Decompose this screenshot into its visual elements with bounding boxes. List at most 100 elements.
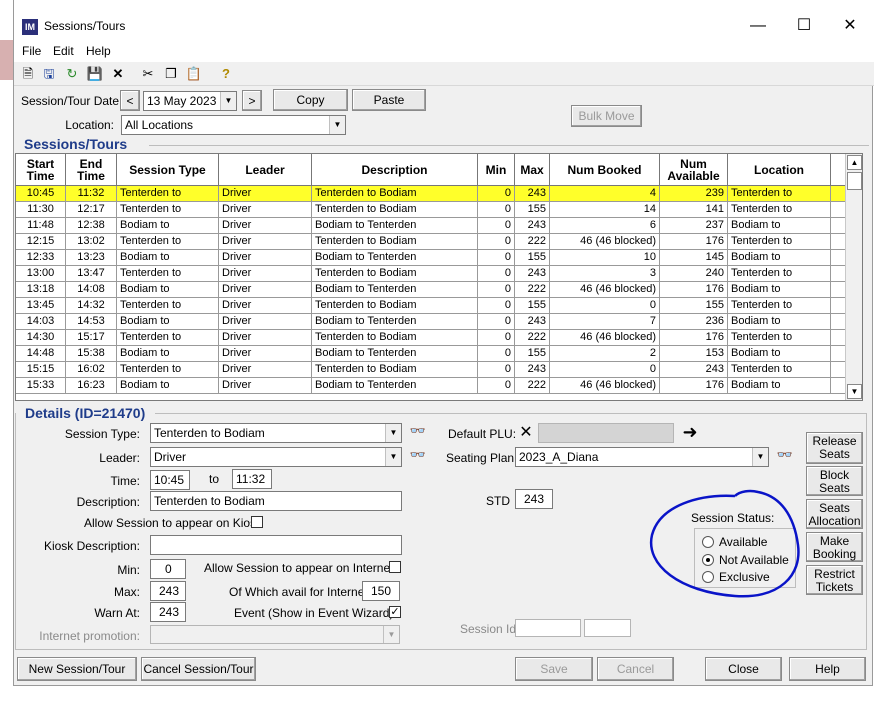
column-header[interactable]: Min <box>478 154 515 185</box>
kiosk-allow-checkbox[interactable] <box>251 516 263 528</box>
bulk-move-button[interactable]: Bulk Move <box>571 105 642 127</box>
save-as-icon[interactable]: 🖫 <box>40 65 58 83</box>
table-row[interactable]: 10:45 11:32 Tenterden to Driver Tenterden to… <box>16 186 846 202</box>
cut-icon[interactable]: ✂ <box>139 65 157 83</box>
table-row[interactable]: 14:03 14:53 Bodiam to Driver Bodiam to Tente… <box>16 314 846 330</box>
chevron-down-icon[interactable]: ▼ <box>383 626 399 643</box>
paste-icon[interactable]: 📋 <box>185 65 203 83</box>
internet-promotion-select[interactable]: ▼ <box>150 625 400 644</box>
table-cell: Bodiam to Tenterden <box>312 250 478 266</box>
close-icon[interactable]: ✕ <box>830 12 870 40</box>
maximize-icon[interactable]: ☐ <box>784 12 824 40</box>
column-header[interactable]: Leader <box>219 154 312 185</box>
seating-plan-select[interactable]: 2023_A_Diana ▼ <box>515 447 769 467</box>
clear-plu-icon[interactable]: ✕ <box>515 423 537 443</box>
table-cell: 236 <box>660 314 728 330</box>
table-row[interactable]: 11:30 12:17 Tenterden to Driver Tenterden to… <box>16 202 846 218</box>
chevron-down-icon[interactable]: ▼ <box>220 92 236 110</box>
chevron-down-icon[interactable]: ▼ <box>752 448 768 466</box>
leader-search-icon[interactable]: 👓 <box>407 447 429 467</box>
scroll-thumb[interactable] <box>847 172 862 190</box>
menu-help[interactable]: Help <box>86 44 111 58</box>
table-row[interactable]: 14:48 15:38 Bodiam to Driver Bodiam to Tente… <box>16 346 846 362</box>
table-cell: Bodiam to Tenterden <box>312 218 478 234</box>
description-field[interactable]: Tenterden to Bodiam <box>150 491 402 511</box>
event-checkbox[interactable]: ✓ <box>389 606 401 618</box>
save-button[interactable]: Save <box>515 657 593 681</box>
scroll-up-icon[interactable]: ▲ <box>847 155 862 170</box>
seats-allocation-button[interactable]: Seats Allocation <box>806 499 863 529</box>
new-session-button[interactable]: New Session/Tour <box>17 657 137 681</box>
end-time-field[interactable]: 11:32 <box>232 469 272 489</box>
max-field[interactable]: 243 <box>150 581 186 601</box>
disk-icon[interactable]: 💾 <box>86 65 104 83</box>
location-select[interactable]: All Locations ▼ <box>121 115 346 135</box>
delete-icon[interactable]: ✕ <box>109 65 127 83</box>
make-booking-button[interactable]: Make Booking <box>806 532 863 562</box>
chevron-down-icon[interactable]: ▼ <box>385 424 401 442</box>
leader-select[interactable]: Driver ▼ <box>150 447 402 467</box>
warn-at-field[interactable]: 243 <box>150 602 186 622</box>
menu-file[interactable]: File <box>22 44 41 58</box>
table-cell: Tenterden to <box>117 266 219 282</box>
column-header[interactable]: Num Booked <box>550 154 660 185</box>
refresh-icon[interactable]: ↻ <box>63 65 81 83</box>
std-field[interactable]: 243 <box>515 489 553 509</box>
internet-avail-field[interactable]: 150 <box>362 581 400 601</box>
column-header[interactable]: Session Type <box>117 154 219 185</box>
grid-scrollbar[interactable]: ▲ ▼ <box>845 154 862 400</box>
column-header[interactable]: Start Time <box>16 154 66 185</box>
table-row[interactable]: 12:15 13:02 Tenterden to Driver Tenterden to… <box>16 234 846 250</box>
table-row[interactable]: 13:18 14:08 Bodiam to Driver Bodiam to Tente… <box>16 282 846 298</box>
table-cell: Bodiam to <box>728 378 831 394</box>
session-type-search-icon[interactable]: 👓 <box>407 423 429 443</box>
menu-edit[interactable]: Edit <box>53 44 74 58</box>
min-field[interactable]: 0 <box>150 559 186 579</box>
column-header[interactable]: End Time <box>66 154 117 185</box>
table-row[interactable]: 15:15 16:02 Tenterden to Driver Tenterden to… <box>16 362 846 378</box>
scroll-down-icon[interactable]: ▼ <box>847 384 862 399</box>
table-row[interactable]: 15:33 16:23 Bodiam to Driver Bodiam to Tente… <box>16 378 846 394</box>
table-cell: 0 <box>550 298 660 314</box>
description-label: Description: <box>76 495 140 509</box>
table-row[interactable]: 13:45 14:32 Tenterden to Driver Tenterden to… <box>16 298 846 314</box>
help-icon[interactable]: ? <box>217 65 235 83</box>
prev-date-button[interactable]: < <box>120 90 140 111</box>
restrict-tickets-button[interactable]: Restrict Tickets <box>806 565 863 595</box>
help-button[interactable]: Help <box>789 657 866 681</box>
internet-allow-checkbox[interactable] <box>389 561 401 573</box>
date-picker[interactable]: 13 May 2023 ▼ <box>143 91 237 111</box>
leader-value: Driver <box>154 450 186 464</box>
chevron-down-icon[interactable]: ▼ <box>385 448 401 466</box>
table-row[interactable]: 14:30 15:17 Tenterden to Driver Tenterden to… <box>16 330 846 346</box>
chevron-down-icon[interactable]: ▼ <box>329 116 345 134</box>
table-row[interactable]: 12:33 13:23 Bodiam to Driver Bodiam to Tente… <box>16 250 846 266</box>
block-seats-button[interactable]: Block Seats <box>806 466 863 496</box>
cancel-session-button[interactable]: Cancel Session/Tour <box>141 657 256 681</box>
column-header[interactable]: Num Available <box>660 154 728 185</box>
seating-plan-search-icon[interactable]: 👓 <box>774 447 796 467</box>
table-row[interactable]: 13:00 13:47 Tenterden to Driver Tenterden to… <box>16 266 846 282</box>
paste-button[interactable]: Paste <box>352 89 426 111</box>
next-date-button[interactable]: > <box>242 90 262 111</box>
table-cell: Bodiam to <box>117 218 219 234</box>
table-cell: Bodiam to Tenterden <box>312 378 478 394</box>
copy-icon[interactable]: ❐ <box>162 65 180 83</box>
table-row[interactable]: 11:48 12:38 Bodiam to Driver Bodiam to Tente… <box>16 218 846 234</box>
table-cell: 0 <box>478 378 515 394</box>
close-button[interactable]: Close <box>705 657 782 681</box>
cancel-button[interactable]: Cancel <box>597 657 674 681</box>
table-cell: Driver <box>219 298 312 314</box>
new-icon[interactable]: 🗎 <box>19 65 37 83</box>
kiosk-description-field[interactable] <box>150 535 402 555</box>
column-header[interactable]: Max <box>515 154 550 185</box>
copy-button[interactable]: Copy <box>273 89 348 111</box>
release-seats-button[interactable]: Release Seats <box>806 432 863 464</box>
session-type-select[interactable]: Tenterden to Bodiam ▼ <box>150 423 402 443</box>
column-header[interactable]: Description <box>312 154 478 185</box>
start-time-field[interactable]: 10:45 <box>150 470 190 490</box>
arrow-right-icon[interactable]: ➜ <box>678 422 702 444</box>
column-header[interactable]: Location <box>728 154 831 185</box>
minimize-icon[interactable]: — <box>738 12 778 40</box>
table-cell: 0 <box>478 250 515 266</box>
